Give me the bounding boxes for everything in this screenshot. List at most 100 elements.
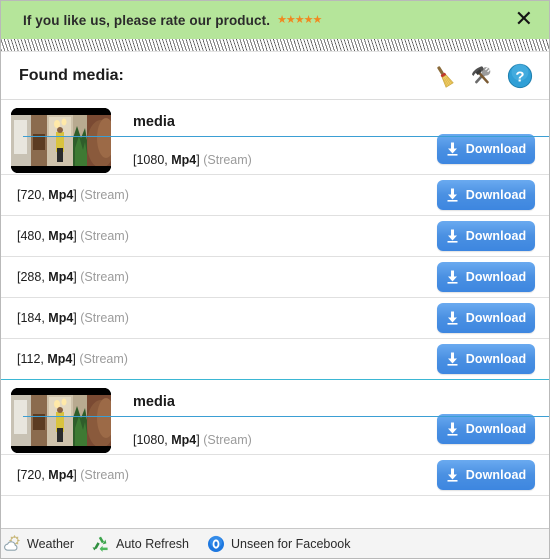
quality-source: (Stream) bbox=[80, 188, 129, 202]
quality-format: Mp4 bbox=[48, 188, 74, 202]
media-list: media [1080, Mp4] (Stream) Download [720… bbox=[1, 100, 549, 528]
download-label: Download bbox=[465, 422, 527, 436]
rate-banner: If you like us, please rate our product.… bbox=[1, 1, 549, 39]
quality-source: (Stream) bbox=[80, 270, 129, 284]
quality-res: [288, bbox=[17, 270, 45, 284]
download-button[interactable]: Download bbox=[437, 221, 535, 251]
download-button[interactable]: Download bbox=[437, 414, 535, 444]
media-group-header: media [1080, Mp4] (Stream) Download bbox=[1, 380, 549, 455]
quality-source: (Stream) bbox=[80, 229, 129, 243]
help-icon[interactable]: ? bbox=[507, 63, 533, 89]
download-icon bbox=[446, 142, 459, 156]
quality-label: [1080, Mp4] (Stream) bbox=[133, 153, 437, 167]
found-media-window: If you like us, please rate our product.… bbox=[0, 0, 550, 559]
media-info: media [1080, Mp4] (Stream) bbox=[133, 108, 437, 173]
download-label: Download bbox=[465, 311, 527, 325]
quality-format: Mp4 bbox=[48, 311, 74, 325]
unseen-facebook-icon bbox=[207, 535, 225, 553]
quality-row[interactable]: [720, Mp4] (Stream) Download bbox=[1, 175, 549, 216]
download-button[interactable]: Download bbox=[437, 134, 535, 164]
quality-source: (Stream) bbox=[80, 468, 129, 482]
quality-label: [720, Mp4] (Stream) bbox=[17, 468, 129, 482]
status-item-unseen-facebook[interactable]: Unseen for Facebook bbox=[198, 529, 360, 558]
quality-label: [112, Mp4] (Stream) bbox=[17, 352, 128, 366]
status-item-label: Auto Refresh bbox=[116, 536, 189, 551]
download-label: Download bbox=[465, 188, 527, 202]
quality-bracket: ] bbox=[73, 188, 77, 202]
media-group-header: media [1080, Mp4] (Stream) Download bbox=[1, 100, 549, 175]
status-item-label: Unseen for Facebook bbox=[230, 536, 351, 551]
quality-bracket: ] bbox=[73, 270, 77, 284]
video-thumbnail[interactable] bbox=[11, 108, 111, 173]
quality-format: Mp4 bbox=[48, 270, 74, 284]
quality-source: (Stream) bbox=[80, 311, 129, 325]
toolbar: Found media: ? bbox=[1, 52, 549, 100]
quality-bracket: ] bbox=[73, 468, 77, 482]
media-info: media [1080, Mp4] (Stream) bbox=[133, 388, 437, 453]
quality-res: [184, bbox=[17, 311, 45, 325]
rate-banner-text: If you like us, please rate our product. bbox=[23, 12, 271, 28]
quality-bracket: ] bbox=[73, 229, 77, 243]
download-label: Download bbox=[465, 270, 527, 284]
download-icon bbox=[446, 270, 459, 284]
download-icon bbox=[446, 311, 459, 325]
quality-format: Mp4 bbox=[171, 153, 197, 167]
download-button[interactable]: Download bbox=[437, 344, 535, 374]
quality-label: [184, Mp4] (Stream) bbox=[17, 311, 129, 325]
toolbar-icons: ? bbox=[431, 63, 533, 89]
status-item-label: Weather bbox=[27, 536, 75, 551]
title-divider bbox=[23, 136, 549, 137]
broom-icon[interactable] bbox=[431, 63, 457, 89]
quality-label: [720, Mp4] (Stream) bbox=[17, 188, 129, 202]
quality-source: (Stream) bbox=[203, 153, 252, 167]
download-label: Download bbox=[465, 352, 527, 366]
title-divider bbox=[23, 416, 549, 417]
quality-format: Mp4 bbox=[48, 468, 74, 482]
status-item-auto-refresh[interactable]: Auto Refresh bbox=[83, 529, 198, 558]
quality-row[interactable]: [480, Mp4] (Stream) Download bbox=[1, 216, 549, 257]
quality-label: [1080, Mp4] (Stream) bbox=[133, 433, 437, 447]
media-title: media bbox=[133, 394, 175, 410]
quality-bracket: ] bbox=[72, 352, 76, 366]
rating-stars[interactable]: ★★★★★ bbox=[277, 13, 322, 26]
video-thumbnail[interactable] bbox=[11, 388, 111, 453]
download-label: Download bbox=[465, 229, 527, 243]
status-item-weather[interactable]: Weather bbox=[1, 529, 83, 558]
quality-bracket: ] bbox=[73, 311, 77, 325]
download-icon bbox=[446, 352, 459, 366]
quality-row[interactable]: [720, Mp4] (Stream) Download bbox=[1, 455, 549, 496]
quality-res: [480, bbox=[17, 229, 45, 243]
tools-icon[interactable] bbox=[469, 63, 495, 89]
media-title: media bbox=[133, 114, 175, 130]
download-icon bbox=[446, 468, 459, 482]
quality-res: [1080, bbox=[133, 433, 168, 447]
download-button[interactable]: Download bbox=[437, 460, 535, 490]
download-icon bbox=[446, 188, 459, 202]
quality-source: (Stream) bbox=[203, 433, 252, 447]
quality-label: [480, Mp4] (Stream) bbox=[17, 229, 129, 243]
weather-icon bbox=[3, 534, 21, 553]
quality-res: [720, bbox=[17, 468, 45, 482]
recycle-icon bbox=[92, 535, 110, 553]
download-icon bbox=[446, 422, 459, 436]
status-bar: Weather Auto Refresh Unseen for Facebook bbox=[1, 528, 549, 558]
quality-res: [1080, bbox=[133, 153, 168, 167]
svg-text:?: ? bbox=[515, 68, 524, 85]
quality-format: Mp4 bbox=[48, 229, 74, 243]
quality-format: Mp4 bbox=[171, 433, 197, 447]
download-button[interactable]: Download bbox=[437, 262, 535, 292]
quality-source: (Stream) bbox=[79, 352, 128, 366]
quality-row[interactable]: [112, Mp4] (Stream) Download bbox=[1, 339, 549, 380]
quality-row[interactable]: [288, Mp4] (Stream) Download bbox=[1, 257, 549, 298]
download-button[interactable]: Download bbox=[437, 303, 535, 333]
quality-label: [288, Mp4] (Stream) bbox=[17, 270, 129, 284]
download-icon bbox=[446, 229, 459, 243]
hatch-divider bbox=[1, 39, 549, 52]
quality-row[interactable]: [184, Mp4] (Stream) Download bbox=[1, 298, 549, 339]
page-title: Found media: bbox=[19, 66, 124, 84]
close-icon[interactable]: ✕ bbox=[515, 9, 533, 31]
download-button[interactable]: Download bbox=[437, 180, 535, 210]
quality-res: [112, bbox=[17, 352, 44, 366]
download-label: Download bbox=[465, 142, 527, 156]
quality-res: [720, bbox=[17, 188, 45, 202]
